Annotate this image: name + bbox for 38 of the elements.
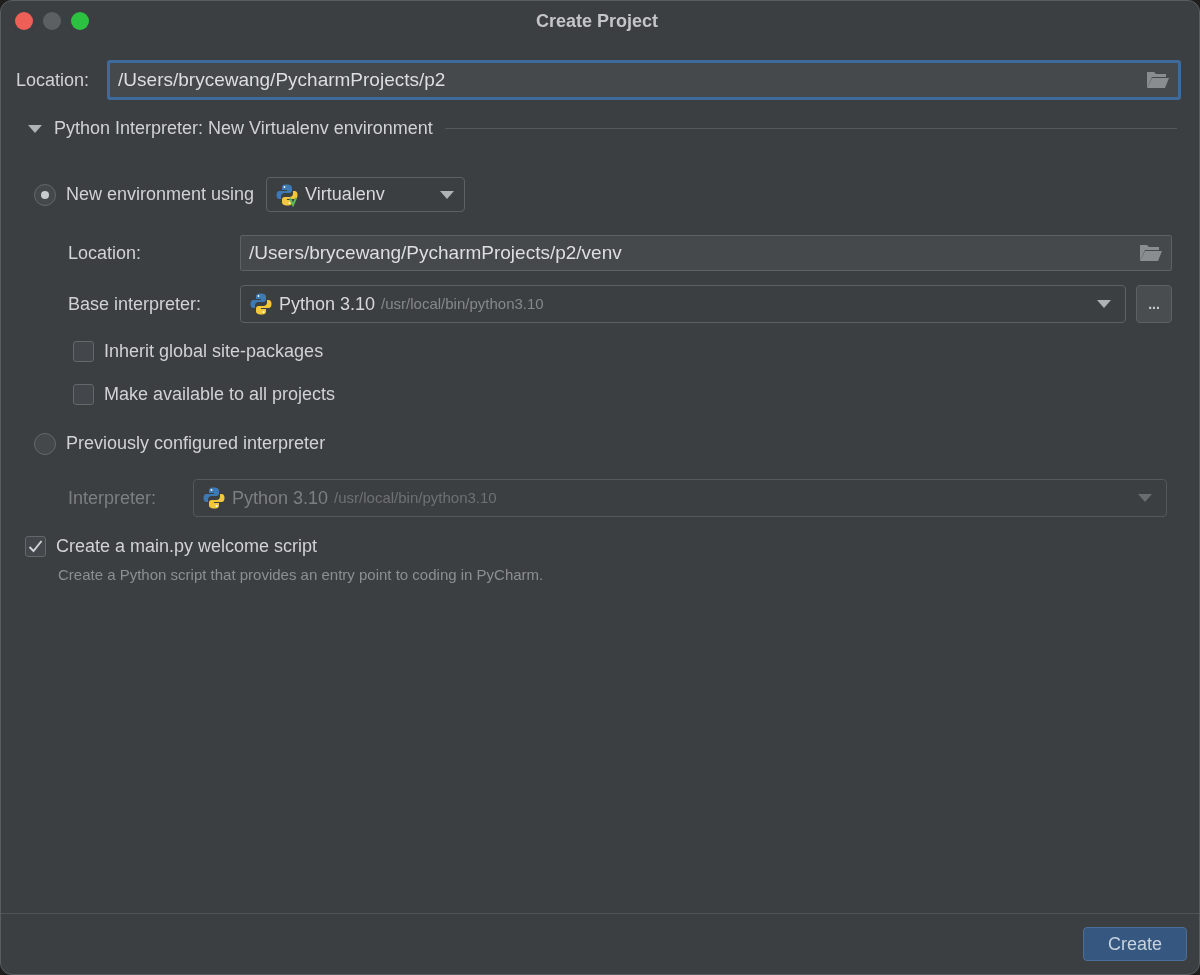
- close-button[interactable]: [15, 12, 33, 30]
- checkbox-description: Create a Python script that provides an entry point to coding in PyCharm.: [57, 565, 545, 585]
- radio-label: Previously configured interpreter: [66, 432, 326, 455]
- venv-location-field[interactable]: /Users/brycewang/PycharmProjects/p2/venv: [240, 235, 1172, 271]
- window-title: Create Project: [534, 9, 660, 33]
- caret-icon: [440, 190, 455, 199]
- zoom-button[interactable]: [71, 12, 89, 30]
- minimize-button[interactable]: [43, 12, 61, 30]
- radio-label: New environment using: [66, 183, 255, 206]
- interpreter-path: /usr/local/bin/python3.10: [381, 293, 544, 314]
- folder-icon[interactable]: [1139, 243, 1163, 263]
- section-title: Python Interpreter: New Virtualenv environment: [54, 117, 433, 140]
- environment-dropdown[interactable]: Virtualenv: [266, 177, 466, 212]
- checkbox[interactable]: [25, 536, 46, 557]
- folder-icon[interactable]: [1146, 70, 1170, 90]
- caret-icon: [1097, 300, 1111, 308]
- checkbox-label: Make available to all projects: [104, 383, 336, 406]
- caret-icon: [1138, 494, 1152, 502]
- checkbox[interactable]: [73, 341, 94, 362]
- radio-button[interactable]: [34, 183, 56, 206]
- python-venv-icon: [275, 182, 300, 207]
- collapse-icon[interactable]: [28, 123, 42, 134]
- interpreter-name: Python 3.10: [279, 292, 376, 316]
- python-icon: [202, 486, 226, 510]
- checkbox-label: Inherit global site-packages: [104, 340, 324, 363]
- radio-button[interactable]: [34, 432, 56, 455]
- interpreter-name: Python 3.10: [232, 486, 329, 510]
- interpreter-label: Interpreter:: [68, 486, 158, 510]
- venv-location-label: Location:: [68, 241, 143, 265]
- create-button[interactable]: Create: [1082, 927, 1187, 961]
- base-interpreter-label: Base interpreter:: [68, 292, 203, 316]
- interpreter-dropdown[interactable]: Python 3.10 /usr/local/bin/python3.10: [240, 285, 1126, 323]
- location-field[interactable]: /Users/brycewang/PycharmProjects/p2: [107, 60, 1181, 100]
- checkbox-label: Create a main.py welcome script: [56, 535, 318, 558]
- location-label: Location:: [16, 68, 90, 92]
- checkbox[interactable]: [73, 384, 94, 405]
- browse-button[interactable]: ...: [1136, 285, 1172, 323]
- python-icon: [249, 292, 273, 316]
